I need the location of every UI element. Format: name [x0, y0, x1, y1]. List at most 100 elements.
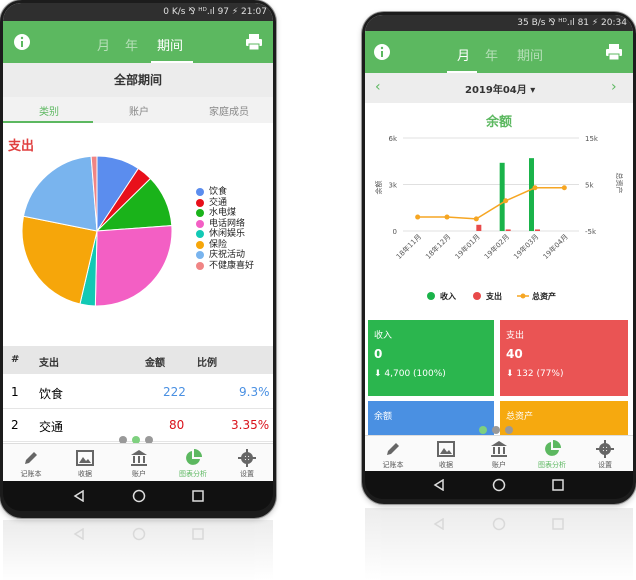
tab-period[interactable]: 期间 [157, 35, 183, 54]
bar[interactable] [476, 224, 482, 231]
nav-ledger[interactable]: 记账本 [365, 440, 421, 470]
bar[interactable] [535, 229, 540, 231]
header-index: # [11, 354, 20, 365]
card-title: 余额 [374, 412, 393, 422]
line-point[interactable] [473, 216, 479, 222]
legend-label: 支出 [485, 291, 502, 301]
legend-label: 休闲娱乐 [209, 229, 246, 239]
bottom-nav: 记账本 收据 账户 图表分析 设置 [365, 435, 633, 471]
legend-item: 交通 [196, 198, 254, 209]
sub-tab-family[interactable]: 家庭成员 [209, 103, 249, 118]
bar[interactable] [505, 229, 511, 231]
line-point[interactable] [415, 214, 421, 220]
expense-card[interactable]: 支出 40 ⬇ 132 (77%) [500, 320, 628, 396]
right-phone-reflection [365, 508, 633, 580]
page-dot [492, 426, 500, 434]
pie-chart-icon [545, 440, 561, 456]
tab-month[interactable]: 月 [457, 45, 470, 64]
row-name: 交通 [39, 420, 64, 434]
print-icon[interactable] [245, 33, 263, 55]
month-selector: ‹ 2019年04月 ▾ › [365, 73, 633, 103]
card-sub: ⬇ 132 (77%) [506, 369, 564, 379]
legend-label: 不健康喜好 [209, 260, 255, 271]
legend-swatch [473, 292, 481, 300]
header-ratio: 比例 [197, 358, 217, 369]
info-icon[interactable] [373, 43, 391, 65]
tab-month[interactable]: 月 [97, 35, 110, 54]
row-index: 2 [11, 418, 19, 432]
row-amount: 222 [163, 385, 186, 399]
nav-receipt[interactable]: 收据 [57, 449, 113, 479]
legend-swatch [427, 292, 435, 300]
legend-label: 收入 [440, 291, 456, 301]
print-icon[interactable] [605, 43, 623, 65]
header-amount: 金额 [145, 358, 165, 369]
pie-slice[interactable] [94, 225, 173, 307]
nav-account[interactable]: 账户 [471, 440, 527, 470]
tab-year[interactable]: 年 [125, 35, 138, 54]
legend-swatch [196, 240, 204, 249]
back-icon[interactable] [73, 490, 85, 502]
prev-month-icon[interactable]: ‹ [375, 79, 381, 95]
legend-label: 水电煤 [209, 208, 237, 218]
legend-item: 不健康喜好 [196, 261, 254, 272]
x-tick-label: 18年11月 [394, 232, 423, 261]
nav-label: 设置 [240, 470, 254, 478]
bar[interactable] [529, 158, 534, 231]
left-phone-reflection [3, 520, 273, 580]
home-icon[interactable] [132, 489, 146, 503]
legend-item: 水电煤 [196, 208, 254, 219]
bank-icon [491, 441, 507, 457]
header-expense: 支出 [39, 358, 59, 369]
nav-label: 图表分析 [538, 461, 566, 469]
left-screen: 0 K/s ⅋ ᴴᴰ.ıl 97 ⚡ 21:07 月 年 期间 全部期间 类别 … [3, 3, 273, 481]
nav-chart-analysis[interactable]: 图表分析 [165, 449, 221, 479]
legend-swatch [196, 219, 204, 228]
row-index: 1 [11, 385, 19, 399]
sub-tab-account[interactable]: 账户 [129, 103, 149, 118]
legend-swatch [196, 230, 204, 238]
balance-combo-chart: 6k3k015k5k-5k余额 总资产18年11月 18年12月 19年01月 19年0… [374, 135, 624, 301]
nav-settings[interactable]: 设置 [577, 440, 633, 470]
nav-settings[interactable]: 设置 [219, 449, 273, 479]
month-label[interactable]: 2019年04月 ▾ [465, 81, 535, 96]
home-icon[interactable] [492, 478, 506, 492]
recents-icon[interactable] [192, 490, 204, 502]
legend-label: 庆祝活动 [209, 250, 246, 260]
line-point[interactable] [561, 185, 567, 191]
y-tick-label: 6k [388, 135, 397, 143]
x-tick-label: 19年03月 [512, 232, 541, 261]
row-ratio: 3.35% [231, 418, 270, 432]
sub-tab-category[interactable]: 类别 [39, 103, 59, 118]
status-bar: 0 K/s ⅋ ᴴᴰ.ıl 97 ⚡ 21:07 [3, 3, 273, 21]
income-card[interactable]: 收入 0 ⬇ 4,700 (100%) [368, 320, 494, 396]
recents-icon[interactable] [552, 479, 564, 491]
legend-item: 休闲娱乐 [196, 229, 254, 240]
line-point[interactable] [532, 185, 538, 191]
legend-swatch [196, 251, 204, 259]
nav-receipt[interactable]: 收据 [418, 440, 474, 470]
tab-period[interactable]: 期间 [517, 45, 543, 64]
line-point[interactable] [503, 198, 509, 204]
page-dot-active [479, 426, 487, 434]
nav-label: 账户 [132, 470, 146, 478]
nav-chart-analysis[interactable]: 图表分析 [524, 440, 580, 470]
chart-title: 余额 [485, 115, 512, 130]
total-assets-line [417, 187, 565, 220]
line-point[interactable] [444, 214, 450, 220]
x-tick-label: 18年12月 [424, 232, 453, 261]
x-tick-label: 19年02月 [482, 232, 511, 261]
nav-account[interactable]: 账户 [111, 449, 167, 479]
nav-ledger[interactable]: 记账本 [3, 449, 59, 479]
tab-year[interactable]: 年 [485, 45, 498, 64]
card-value: 40 [506, 347, 523, 361]
back-icon[interactable] [433, 479, 445, 491]
status-text: 35 B/s ⅋ ᴴᴰ.ıl 81 ⚡ 20:34 [517, 18, 627, 28]
bar[interactable] [499, 162, 505, 231]
image-icon [76, 450, 94, 466]
table-row[interactable]: 1 饮食 222 9.3% [3, 376, 273, 409]
next-month-icon[interactable]: › [611, 79, 617, 95]
legend-swatch [196, 198, 204, 207]
gear-icon [596, 440, 614, 458]
info-icon[interactable] [13, 33, 31, 55]
